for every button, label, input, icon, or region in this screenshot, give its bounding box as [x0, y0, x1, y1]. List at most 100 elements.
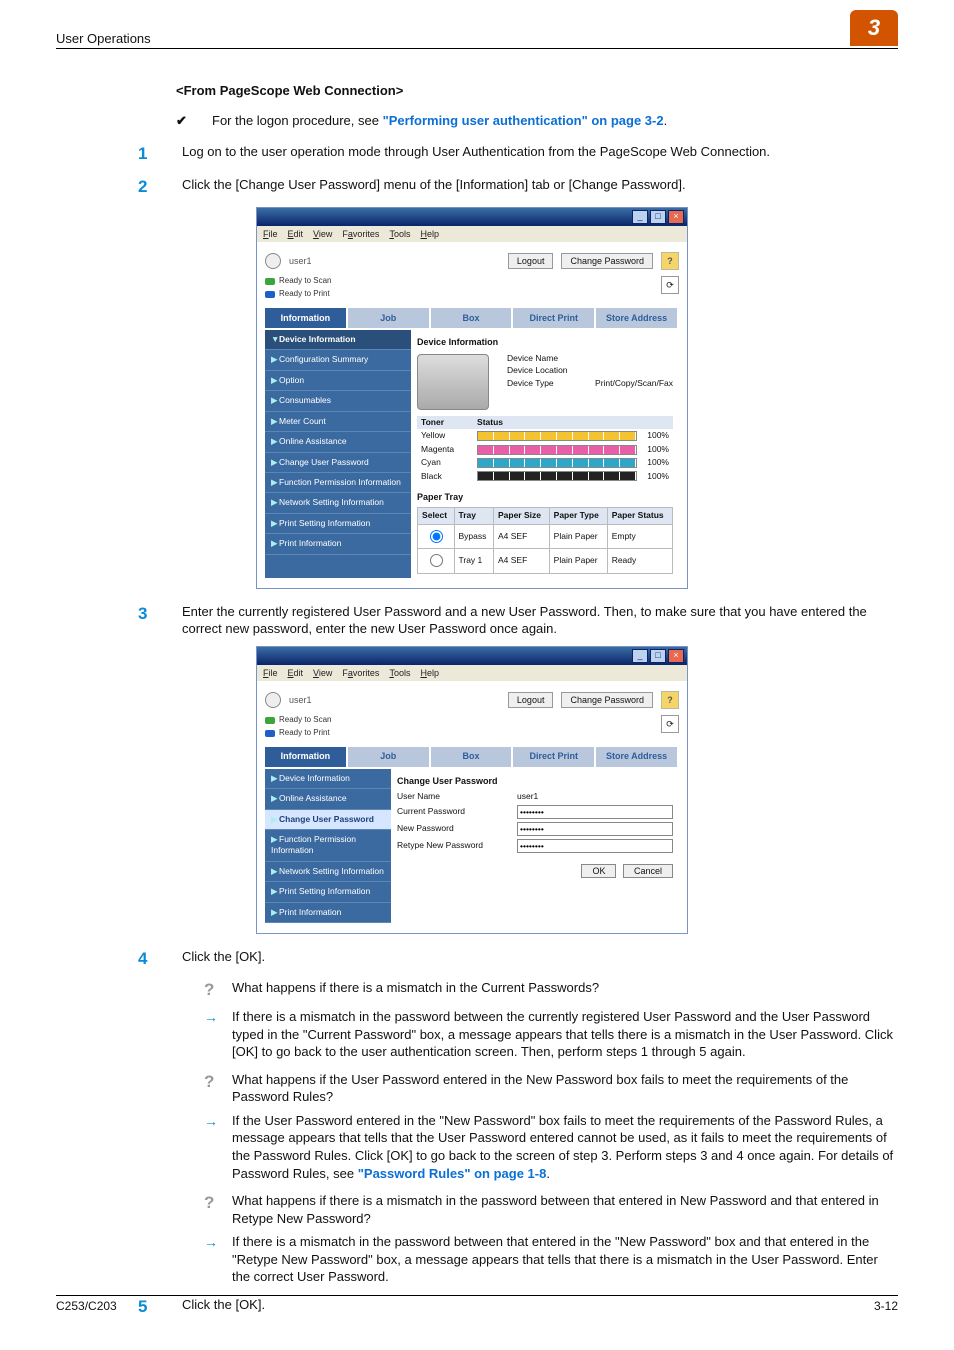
sidebar-item-online-assistance[interactable]: ▶Online Assistance	[265, 789, 391, 809]
help-icon[interactable]: ?	[661, 691, 679, 709]
step-3-number: 3	[138, 603, 160, 638]
scan-status-icon	[265, 717, 275, 724]
username-value: user1	[517, 791, 538, 802]
current-password-input[interactable]	[517, 805, 673, 819]
sidebar-item-option[interactable]: ▶Option	[265, 371, 411, 391]
sidebar-item-meter-count[interactable]: ▶Meter Count	[265, 412, 411, 432]
paper-tray-table: Select Tray Paper Size Paper Type Paper …	[417, 507, 673, 573]
minimize-button[interactable]: _	[632, 210, 648, 224]
step-1-text: Log on to the user operation mode throug…	[182, 143, 898, 166]
ok-button[interactable]: OK	[581, 864, 616, 878]
logout-button[interactable]: Logout	[508, 253, 554, 269]
sidebar-item-change-user-password[interactable]: ▶Change User Password	[265, 453, 411, 473]
chapter-number: 3	[868, 13, 880, 43]
running-header: User Operations	[56, 30, 151, 48]
step-3-text: Enter the currently registered User Pass…	[182, 603, 898, 638]
minimize-button[interactable]: _	[632, 649, 648, 663]
sidebar-item-print-information[interactable]: ▶Print Information	[265, 903, 391, 923]
change-password-button[interactable]: Change Password	[561, 253, 653, 269]
faq-a3: If there is a mismatch in the password b…	[232, 1233, 898, 1286]
tab-store-address[interactable]: Store Address	[596, 747, 677, 767]
sidebar-item-configuration-summary[interactable]: ▶Configuration Summary	[265, 350, 411, 370]
window-titlebar: _ □ ×	[257, 208, 687, 226]
maximize-button[interactable]: □	[650, 210, 666, 224]
close-button[interactable]: ×	[668, 649, 684, 663]
main-tabs: Information Job Box Direct Print Store A…	[265, 308, 679, 328]
step-5-number: 5	[138, 1296, 160, 1319]
toner-bar-black	[477, 471, 637, 481]
tab-direct-print[interactable]: Direct Print	[513, 308, 594, 328]
step-4-text: Click the [OK].	[182, 948, 898, 971]
tab-job[interactable]: Job	[348, 747, 429, 767]
tab-direct-print[interactable]: Direct Print	[513, 747, 594, 767]
tab-box[interactable]: Box	[431, 747, 512, 767]
change-password-heading: Change User Password	[397, 775, 673, 787]
tab-store-address[interactable]: Store Address	[596, 308, 677, 328]
check-icon: ✔	[176, 112, 194, 130]
tray-radio-bypass[interactable]	[430, 530, 443, 543]
toner-bar-yellow	[477, 431, 637, 441]
sidebar-item-device-information[interactable]: ▼Device Information	[265, 330, 411, 350]
intro-link[interactable]: "Performing user authentication" on page…	[383, 113, 664, 128]
question-icon: ?	[204, 1071, 220, 1106]
scan-status-icon	[265, 278, 275, 285]
password-rules-link[interactable]: "Password Rules" on page 1-8	[358, 1166, 547, 1181]
username-label: user1	[289, 694, 312, 706]
new-password-input[interactable]	[517, 822, 673, 836]
refresh-icon[interactable]: ⟳	[661, 715, 679, 733]
sidebar-item-function-permission[interactable]: ▶Function Permission Information	[265, 473, 411, 493]
device-image	[417, 354, 489, 410]
user-icon	[265, 253, 281, 269]
username-label: user1	[289, 255, 312, 267]
tray-radio-tray1[interactable]	[430, 554, 443, 567]
maximize-button[interactable]: □	[650, 649, 666, 663]
faq-q3: What happens if there is a mismatch in t…	[232, 1192, 898, 1227]
retype-password-input[interactable]	[517, 839, 673, 853]
sidebar-item-consumables[interactable]: ▶Consumables	[265, 391, 411, 411]
main-tabs: Information Job Box Direct Print Store A…	[265, 747, 679, 767]
user-icon	[265, 692, 281, 708]
sidebar-item-network-setting[interactable]: ▶Network Setting Information	[265, 493, 411, 513]
tab-information[interactable]: Information	[265, 747, 346, 767]
sidebar-item-function-permission[interactable]: ▶Function Permission Information	[265, 830, 391, 862]
table-row: Tray 1 A4 SEF Plain Paper Ready	[418, 549, 673, 573]
toner-bar-cyan	[477, 458, 637, 468]
section-subhead: <From PageScope Web Connection>	[176, 82, 898, 100]
tab-information[interactable]: Information	[265, 308, 346, 328]
sidebar-item-change-user-password[interactable]: ▶Change User Password	[265, 810, 391, 830]
chapter-badge: 3	[850, 10, 898, 46]
paper-tray-heading: Paper Tray	[417, 491, 673, 503]
logout-button[interactable]: Logout	[508, 692, 554, 708]
step-5-text: Click the [OK].	[182, 1296, 898, 1319]
sidebar: ▼Device Information ▶Configuration Summa…	[265, 330, 411, 578]
tab-box[interactable]: Box	[431, 308, 512, 328]
print-status-icon	[265, 730, 275, 737]
browser-menubar[interactable]: FileEditViewFavoritesToolsHelp	[257, 665, 687, 681]
step-1-number: 1	[138, 143, 160, 166]
print-status-icon	[265, 291, 275, 298]
browser-menubar[interactable]: FileEditViewFavoritesToolsHelp	[257, 226, 687, 242]
help-icon[interactable]: ?	[661, 252, 679, 270]
arrow-icon: →	[204, 1008, 220, 1061]
arrow-icon: →	[204, 1233, 220, 1286]
close-button[interactable]: ×	[668, 210, 684, 224]
refresh-icon[interactable]: ⟳	[661, 276, 679, 294]
change-password-button[interactable]: Change Password	[561, 692, 653, 708]
sidebar-item-print-setting[interactable]: ▶Print Setting Information	[265, 882, 391, 902]
toner-bar-magenta	[477, 445, 637, 455]
question-icon: ?	[204, 979, 220, 1002]
sidebar-item-network-setting[interactable]: ▶Network Setting Information	[265, 862, 391, 882]
intro-text: For the logon procedure, see "Performing…	[212, 112, 898, 130]
tab-job[interactable]: Job	[348, 308, 429, 328]
sidebar-item-online-assistance[interactable]: ▶Online Assistance	[265, 432, 411, 452]
sidebar: ▶Device Information ▶Online Assistance ▶…	[265, 769, 391, 924]
question-icon: ?	[204, 1192, 220, 1227]
footer-model: C253/C203	[56, 1298, 117, 1314]
sidebar-item-print-information[interactable]: ▶Print Information	[265, 534, 411, 554]
sidebar-item-device-information[interactable]: ▶Device Information	[265, 769, 391, 789]
faq-q1: What happens if there is a mismatch in t…	[232, 979, 898, 1002]
faq-q2: What happens if the User Password entere…	[232, 1071, 898, 1106]
faq-a1: If there is a mismatch in the password b…	[232, 1008, 898, 1061]
sidebar-item-print-setting[interactable]: ▶Print Setting Information	[265, 514, 411, 534]
cancel-button[interactable]: Cancel	[623, 864, 673, 878]
